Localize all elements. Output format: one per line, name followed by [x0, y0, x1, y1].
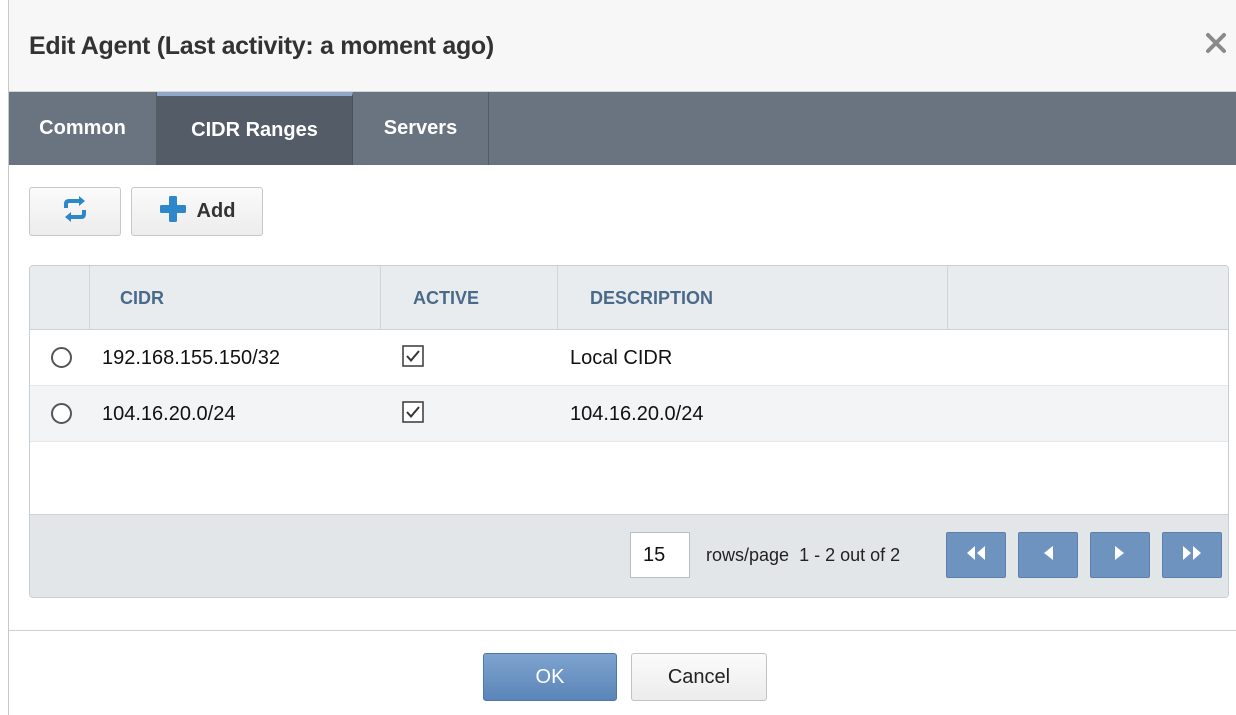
description-cell: 104.16.20.0/24	[570, 402, 704, 425]
refresh-button[interactable]	[29, 187, 121, 236]
tab-common[interactable]: Common	[9, 92, 157, 165]
last-page-button[interactable]	[1162, 532, 1222, 578]
footer-divider	[9, 630, 1236, 631]
rows-per-page-input[interactable]	[630, 532, 690, 578]
description-cell: Local CIDR	[570, 346, 673, 369]
first-page-button[interactable]	[946, 532, 1006, 578]
last-page-icon	[1180, 544, 1204, 567]
column-header-description[interactable]: DESCRIPTION	[558, 266, 948, 330]
add-button-label: Add	[196, 200, 236, 222]
select-column-header	[30, 266, 90, 330]
cancel-button[interactable]: Cancel	[631, 653, 767, 701]
refresh-icon	[60, 195, 90, 228]
first-page-icon	[964, 544, 988, 567]
edit-agent-dialog: Edit Agent (Last activity: a moment ago)…	[8, 0, 1236, 715]
row-select-radio[interactable]	[51, 403, 72, 424]
rows-per-page-label: rows/page	[706, 545, 790, 565]
next-page-icon	[1112, 544, 1128, 567]
active-checkbox[interactable]	[402, 401, 424, 423]
cidr-cell: 104.16.20.0/24	[102, 402, 236, 425]
next-page-button[interactable]	[1090, 532, 1150, 578]
tab-cidr-ranges[interactable]: CIDR Ranges	[157, 92, 353, 165]
prev-page-button[interactable]	[1018, 532, 1078, 578]
cidr-grid: CIDR ACTIVE DESCRIPTION 192.168.155.150/…	[29, 265, 1229, 598]
column-header-cidr[interactable]: CIDR	[90, 266, 381, 330]
plus-icon	[159, 195, 187, 228]
table-row[interactable]: 192.168.155.150/32 Local CIDR	[30, 330, 1228, 386]
tab-bar: Common CIDR Ranges Servers	[9, 92, 1236, 165]
row-select-radio[interactable]	[51, 347, 72, 368]
dialog-titlebar: Edit Agent (Last activity: a moment ago)	[9, 0, 1236, 92]
grid-pager: rows/page 1 - 2 out of 2	[30, 514, 1228, 597]
ok-button[interactable]: OK	[483, 653, 617, 701]
table-row[interactable]: 104.16.20.0/24 104.16.20.0/24	[30, 386, 1228, 442]
page-range-text: 1 - 2 out of 2	[799, 545, 901, 565]
active-checkbox[interactable]	[402, 345, 424, 367]
grid-header: CIDR ACTIVE DESCRIPTION	[30, 266, 1228, 330]
pager-info: rows/page 1 - 2 out of 2	[706, 545, 900, 566]
close-icon[interactable]	[1203, 30, 1233, 60]
tab-servers[interactable]: Servers	[353, 92, 489, 165]
filler-column-header	[948, 266, 1228, 330]
cidr-cell: 192.168.155.150/32	[102, 346, 280, 369]
add-button[interactable]: Add	[131, 187, 263, 236]
column-header-active[interactable]: ACTIVE	[381, 266, 558, 330]
dialog-title: Edit Agent (Last activity: a moment ago)	[29, 32, 494, 60]
prev-page-icon	[1040, 544, 1056, 567]
